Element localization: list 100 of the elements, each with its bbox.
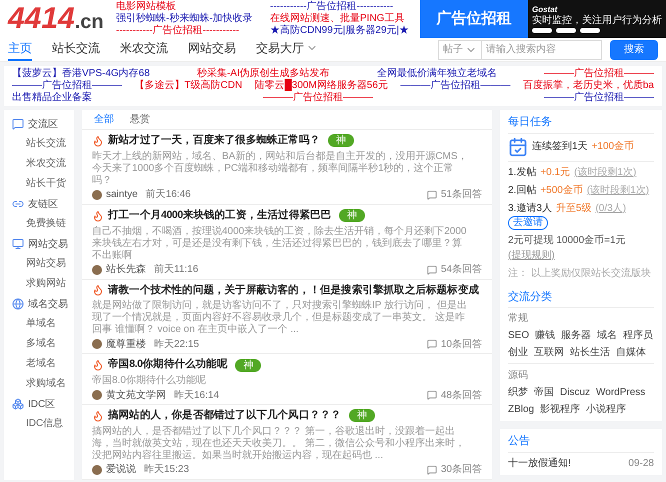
feed-tab[interactable]: 悬赏 bbox=[130, 112, 150, 127]
sidebar-item[interactable]: 多域名 bbox=[4, 334, 74, 354]
category-tag[interactable]: 小说程序 bbox=[586, 402, 626, 417]
category-tag[interactable]: 域名 bbox=[597, 328, 618, 343]
reply-count: 30条回答 bbox=[440, 463, 482, 478]
exchange-rate: 2元可提现 10000金币=1元 bbox=[508, 234, 626, 248]
category-tag[interactable]: 站长生活 bbox=[570, 345, 610, 360]
category-tag[interactable]: 影视程序 bbox=[540, 402, 580, 417]
avatar bbox=[92, 264, 102, 274]
sidebar-section[interactable]: 交流区 bbox=[28, 116, 58, 132]
post-time: 前天11:16 bbox=[154, 263, 198, 277]
text-ad[interactable]: 强引秒蜘蛛-秒来蜘蛛-加快收录 bbox=[116, 13, 266, 25]
avatar bbox=[92, 464, 102, 475]
notice-item[interactable]: 十一放假通知! bbox=[508, 456, 571, 470]
task-reward: +500金币 bbox=[540, 184, 583, 198]
post-author[interactable]: 站长先森 bbox=[106, 262, 146, 277]
post-author[interactable]: saintye bbox=[106, 187, 138, 202]
search-field[interactable]: 请输入搜索内容 bbox=[482, 40, 602, 60]
post-badge: 神 bbox=[349, 409, 376, 422]
monitor-icon bbox=[12, 238, 24, 250]
chat-icon bbox=[12, 118, 24, 130]
link-ad[interactable]: ———广告位招租——— bbox=[544, 68, 654, 80]
post-title[interactable]: 打工一个月4000来块钱的工资，生活过得紧巴巴 bbox=[108, 208, 332, 224]
category-tag[interactable]: 赚钱 bbox=[535, 328, 556, 343]
search-button[interactable]: 搜索 bbox=[610, 40, 658, 60]
nav-tab[interactable]: 主页 bbox=[8, 38, 32, 60]
category-tag[interactable]: Discuz bbox=[560, 385, 590, 400]
nav-tab[interactable]: 站长交流 bbox=[52, 38, 100, 60]
post-title[interactable]: 搞网站的人，你是否都错过了以下几个风口？？？ bbox=[108, 408, 342, 424]
link-ad[interactable]: 百度振掌，老历史米，优质ba bbox=[522, 80, 654, 92]
text-ad[interactable]: -----------广告位招租----------- bbox=[116, 25, 266, 37]
text-ad[interactable]: 电影网站模板 bbox=[116, 1, 266, 13]
category-tag[interactable]: 创业 bbox=[508, 345, 528, 360]
nav-tab[interactable]: 米农交流 bbox=[120, 38, 168, 60]
post-title[interactable]: 新站才过了一天，百度来了很多蜘蛛正常吗？ bbox=[108, 133, 320, 149]
post-title[interactable]: 请教一个技术性的问题，关于屏蔽访客的，！但是搜索引擎抓取之后标题标变成 bbox=[108, 282, 480, 298]
link-ad[interactable]: ———广告位招租——— bbox=[544, 92, 654, 104]
category-tag[interactable]: 帝国 bbox=[534, 385, 554, 400]
post-title[interactable]: 帝国8.0你期待什么功能呢 bbox=[108, 357, 228, 373]
reply-count: 10条回答 bbox=[440, 338, 482, 352]
task-reward: 升至5级 bbox=[556, 202, 592, 216]
link-ad[interactable]: 出售精品企业备案 bbox=[12, 92, 92, 104]
task-note: (该时段剩1次) bbox=[586, 184, 650, 198]
category-tag[interactable]: 织梦 bbox=[508, 385, 528, 400]
sidebar-item[interactable]: 单域名 bbox=[4, 314, 74, 334]
category-tag[interactable]: 互联网 bbox=[534, 345, 564, 360]
link-ad[interactable]: 陆零云█300M网络服务器56元 bbox=[254, 80, 388, 92]
comment-icon bbox=[426, 264, 437, 274]
sidebar-item[interactable]: 求购网站 bbox=[4, 274, 74, 294]
link-ad[interactable]: ———广告位招租——— bbox=[400, 80, 510, 92]
category-tag[interactable]: ZBlog bbox=[508, 402, 534, 417]
link-ad[interactable]: ———广告位招租——— bbox=[12, 80, 122, 92]
nav-tab[interactable]: 交易大厅 bbox=[256, 38, 318, 60]
sidebar-item[interactable]: 网站交易 bbox=[4, 254, 74, 274]
text-ad[interactable]: ★高防CDN99元|服务器29元|★ bbox=[270, 25, 420, 37]
feed-tab[interactable]: 全部 bbox=[94, 112, 114, 127]
category-tag[interactable]: 服务器 bbox=[561, 328, 592, 343]
sidebar-section[interactable]: 域名交易 bbox=[28, 296, 68, 312]
banner-ad[interactable]: 广告位招租 bbox=[420, 0, 528, 38]
server-icon bbox=[12, 398, 24, 410]
category-tag[interactable]: 程序员 bbox=[623, 328, 654, 343]
ad-chip bbox=[532, 28, 552, 32]
sidebar-item[interactable]: 米农交流 bbox=[4, 154, 74, 174]
link-ad[interactable]: ———广告位招租——— bbox=[263, 92, 373, 104]
post-author[interactable]: 黄文苑文学网 bbox=[106, 388, 166, 402]
text-ad[interactable]: -----------广告位招租----------- bbox=[270, 1, 420, 13]
sidebar-section[interactable]: 友链区 bbox=[28, 196, 58, 212]
sidebar-item[interactable]: 老域名 bbox=[4, 354, 74, 374]
sidebar-section[interactable]: 网站交易 bbox=[28, 236, 68, 252]
sidebar-section[interactable]: IDC区 bbox=[28, 396, 56, 412]
post-badge: 神 bbox=[235, 358, 262, 372]
sidebar-item[interactable]: IDC信息 bbox=[4, 414, 74, 434]
reply-count: 51条回答 bbox=[440, 188, 482, 202]
link-ad[interactable]: 秒采集-AI伪原创生成多站发布 bbox=[196, 68, 330, 80]
comment-icon bbox=[426, 190, 437, 200]
link-ad[interactable]: 全网最低价满年独立老域名 bbox=[376, 68, 497, 80]
app-ad[interactable]: Gostat 实时监控，关注用户行为分析 bbox=[528, 0, 666, 38]
sidebar-item[interactable]: 站长干货 bbox=[4, 174, 74, 194]
post-author[interactable]: 爱说说 bbox=[106, 462, 136, 478]
ad-chip bbox=[580, 28, 600, 32]
ad-chip bbox=[556, 28, 576, 32]
category-tag[interactable]: WordPress bbox=[596, 385, 646, 400]
category-tag[interactable]: SEO bbox=[508, 328, 530, 343]
flame-icon bbox=[92, 359, 104, 372]
ad-tagline: 实时监控，关注用户行为分析 bbox=[532, 16, 662, 26]
sidebar-item[interactable]: 免费换链 bbox=[4, 214, 74, 234]
link-ad[interactable]: 【多途云】T级高防CDN bbox=[134, 80, 242, 92]
footnote: 注： 以上奖励仅限站长交流版块 bbox=[508, 266, 652, 280]
nav-tab[interactable]: 网站交易 bbox=[188, 38, 236, 60]
text-ad[interactable]: 在线网站测速、批量PING工具 bbox=[270, 13, 420, 25]
post-author[interactable]: 魔尊重楼 bbox=[106, 336, 146, 352]
site-logo[interactable]: 4414.cn bbox=[0, 4, 116, 34]
link-ad[interactable]: 【菠萝云】香港VPS-4G内存68 bbox=[12, 68, 150, 80]
avatar bbox=[92, 390, 102, 400]
sidebar-item[interactable]: 求购域名 bbox=[4, 374, 74, 394]
task-note: (该时段剩1次) bbox=[574, 166, 636, 180]
invite-button[interactable]: 去邀请 bbox=[508, 216, 548, 230]
reply-count: 48条回答 bbox=[440, 388, 482, 402]
category-tag[interactable]: 自媒体 bbox=[616, 345, 646, 360]
sidebar-item[interactable]: 站长交流 bbox=[4, 134, 74, 154]
